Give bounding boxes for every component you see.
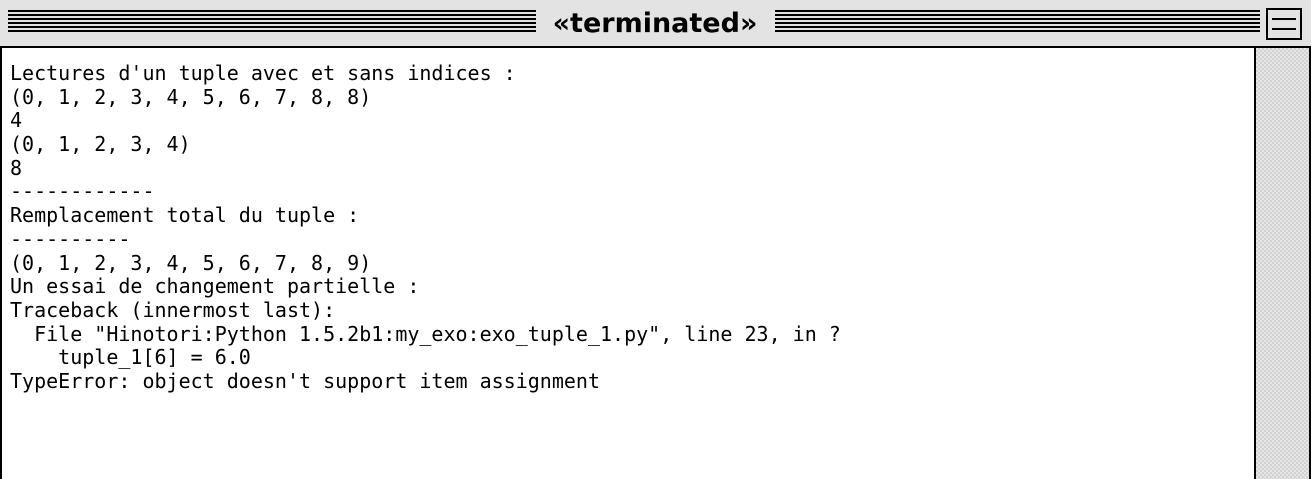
console-line: TypeError: object doesn't support item a… xyxy=(10,368,601,393)
console-line: Un essai de changement partielle : xyxy=(10,274,420,299)
title-bar-stripes-left xyxy=(8,10,536,34)
console-line: tuple_1[6] = 6.0 xyxy=(10,345,251,370)
console-line: (0, 1, 2, 3, 4, 5, 6, 7, 8, 9) xyxy=(10,250,372,275)
zoom-box-bar xyxy=(1272,18,1296,20)
window-title: «terminated» xyxy=(552,8,758,39)
console-line: (0, 1, 2, 3, 4) xyxy=(10,132,191,157)
console-window: «terminated» Lectures d'un tuple avec et… xyxy=(0,0,1311,479)
zoom-box-icon[interactable] xyxy=(1266,8,1302,40)
console-line: (0, 1, 2, 3, 4, 5, 6, 7, 8, 8) xyxy=(10,84,372,109)
console-line: 4 xyxy=(10,108,23,133)
console-line: 8 xyxy=(10,155,23,180)
title-bar-stripes-right xyxy=(775,10,1260,34)
console-output-area[interactable]: Lectures d'un tuple avec et sans indices… xyxy=(0,48,1256,479)
zoom-box-bar xyxy=(1272,28,1296,30)
console-line: File "Hinotori:Python 1.5.2b1:my_exo:exo… xyxy=(10,321,841,346)
console-line: Traceback (innermost last): xyxy=(10,297,336,322)
vertical-scrollbar[interactable] xyxy=(1256,48,1311,479)
console-line: ------------ xyxy=(10,179,155,204)
title-bar[interactable]: «terminated» xyxy=(0,0,1311,48)
console-line: Remplacement total du tuple : xyxy=(10,203,360,228)
console-output: Lectures d'un tuple avec et sans indices… xyxy=(2,48,1254,394)
console-line: ---------- xyxy=(10,226,131,251)
console-line: Lectures d'un tuple avec et sans indices… xyxy=(10,61,516,85)
